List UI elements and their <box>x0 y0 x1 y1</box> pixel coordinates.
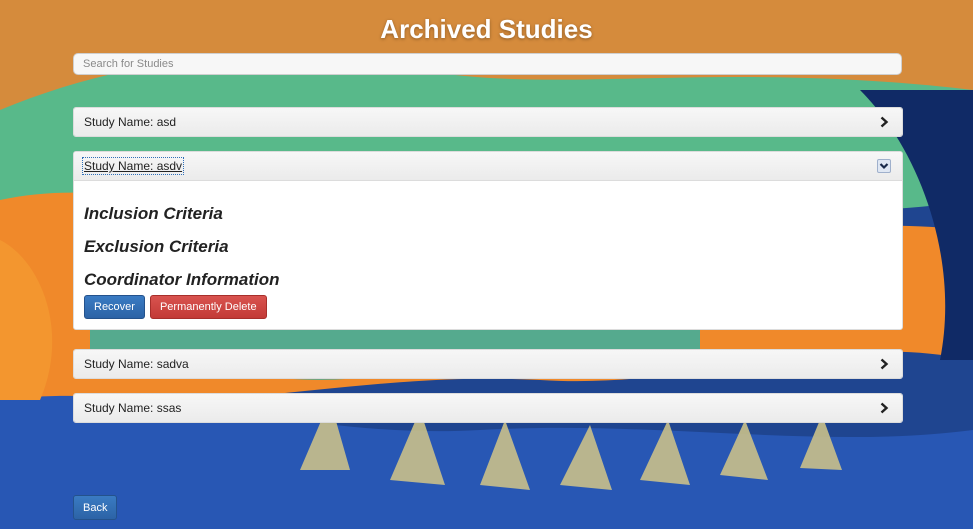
study-panel-expanded: Study Name: asdv Inclusion Criteria Excl… <box>73 151 903 330</box>
study-panel-header[interactable]: Study Name: asdv <box>74 152 902 180</box>
page-title: Archived Studies <box>380 14 593 44</box>
study-panel-header[interactable]: Study Name: asd <box>74 108 902 136</box>
study-panel: Study Name: sadva <box>73 349 903 379</box>
recover-button[interactable]: Recover <box>84 295 145 319</box>
study-panel: Study Name: ssas <box>73 393 903 423</box>
coordinator-information-heading[interactable]: Coordinator Information <box>84 269 892 290</box>
exclusion-criteria-heading[interactable]: Exclusion Criteria <box>84 236 892 257</box>
chevron-right-icon[interactable] <box>876 356 892 372</box>
study-panel: Study Name: asd <box>73 107 903 137</box>
study-panel-header[interactable]: Study Name: ssas <box>74 394 902 422</box>
study-name: Study Name: asd <box>84 115 177 129</box>
chevron-right-icon[interactable] <box>876 400 892 416</box>
back-button[interactable]: Back <box>73 495 118 520</box>
search-input[interactable] <box>73 53 902 75</box>
study-name: Study Name: sadva <box>84 357 189 371</box>
chevron-right-icon[interactable] <box>876 114 892 130</box>
inclusion-criteria-heading[interactable]: Inclusion Criteria <box>84 203 892 224</box>
study-details: Inclusion Criteria Exclusion Criteria Co… <box>74 180 902 329</box>
study-action-buttons: Recover Permanently Delete <box>84 295 892 319</box>
permanently-delete-button[interactable]: Permanently Delete <box>149 295 267 319</box>
study-panel-header[interactable]: Study Name: sadva <box>74 350 902 378</box>
study-name: Study Name: asdv <box>81 157 185 175</box>
chevron-down-icon[interactable] <box>876 158 892 174</box>
study-name: Study Name: ssas <box>84 401 182 415</box>
